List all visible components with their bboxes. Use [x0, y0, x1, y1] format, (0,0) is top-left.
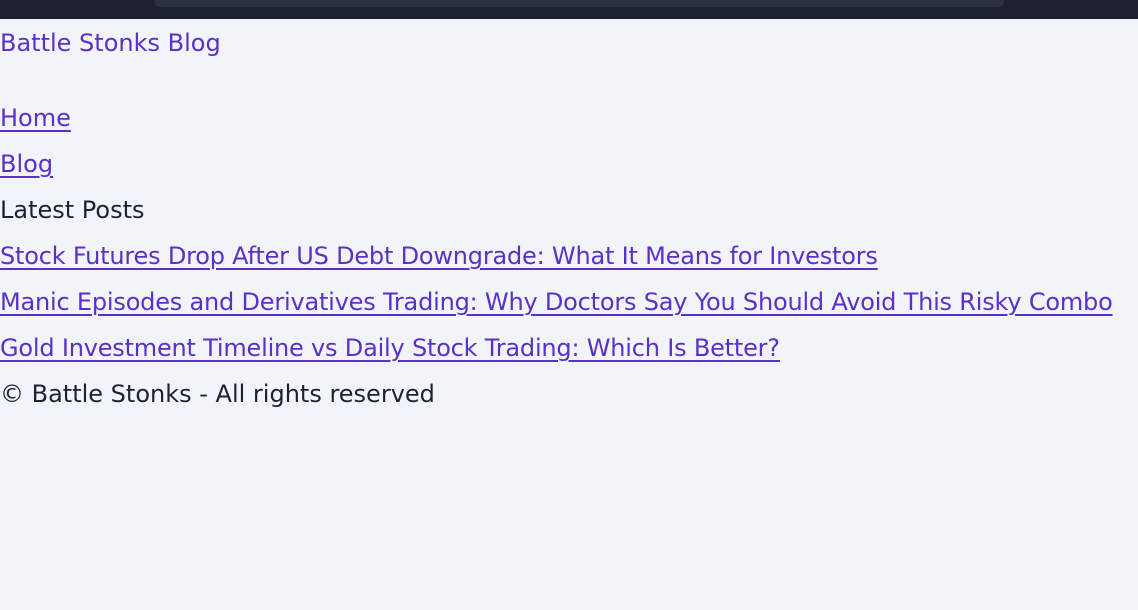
page-content: Battle Stonks Blog Home Blog Latest Post… — [0, 19, 1138, 417]
address-bar[interactable] — [154, 0, 1004, 7]
post-link-stock-futures[interactable]: Stock Futures Drop After US Debt Downgra… — [0, 233, 1136, 279]
post-link-gold-investment[interactable]: Gold Investment Timeline vs Daily Stock … — [0, 325, 1136, 371]
footer-copyright: © Battle Stonks - All rights reserved — [0, 380, 435, 408]
page-footer: © Battle Stonks - All rights reserved — [0, 371, 1138, 417]
header-spacer — [0, 66, 1138, 95]
browser-topbar — [0, 0, 1138, 19]
main-nav: Home Blog — [0, 95, 1138, 187]
latest-posts-section: Latest Posts Stock Futures Drop After US… — [0, 187, 1138, 371]
latest-posts-heading: Latest Posts — [0, 196, 145, 224]
nav-blog-link[interactable]: Blog — [0, 141, 1138, 187]
nav-home-link[interactable]: Home — [0, 95, 1138, 141]
post-link-manic-episodes[interactable]: Manic Episodes and Derivatives Trading: … — [0, 279, 1136, 325]
site-brand-link[interactable]: Battle Stonks Blog — [0, 20, 1138, 66]
